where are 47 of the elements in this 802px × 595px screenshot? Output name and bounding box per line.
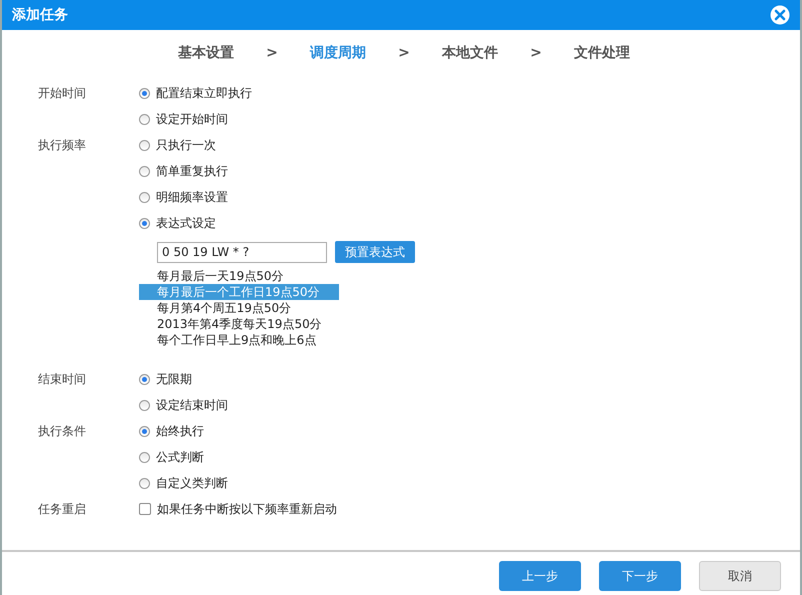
radio-button[interactable]	[139, 88, 150, 98]
field-label: 执行频率	[37, 137, 87, 154]
step-label: 基本设置	[177, 44, 235, 62]
footer-button[interactable]: 取消	[699, 561, 781, 591]
radio-button[interactable]	[139, 426, 150, 436]
option-label: 只执行一次	[156, 136, 216, 154]
radio-button[interactable]	[139, 114, 150, 124]
field-label: 任务重启	[37, 501, 87, 518]
preset-item[interactable]: 每个工作日早上9点和晚上6点	[139, 332, 339, 348]
preset-expression-button[interactable]: 预置表达式	[335, 241, 415, 263]
option-label: 自定义类判断	[156, 474, 228, 492]
radio-button[interactable]	[139, 400, 150, 410]
expression-field[interactable]: 0 50 19 LW * ?	[157, 242, 327, 262]
option-label: 设定结束时间	[156, 396, 228, 414]
preset-item[interactable]: 每月第4个周五19点50分	[139, 300, 339, 316]
footer-button[interactable]: 下一步	[599, 561, 681, 591]
step-separator: >	[397, 45, 411, 61]
footer-button[interactable]: 上一步	[499, 561, 581, 591]
option-label: 表达式设定	[156, 214, 216, 232]
preset-item[interactable]: 每月最后一天19点50分	[139, 268, 339, 284]
field-label: 开始时间	[37, 85, 87, 102]
checkbox[interactable]	[139, 503, 151, 515]
step-separator: >	[265, 45, 279, 61]
option-label: 如果任务中断按以下频率重新启动	[157, 500, 337, 518]
radio-button[interactable]	[139, 140, 150, 150]
radio-button[interactable]	[139, 478, 150, 488]
option-label: 无限期	[156, 370, 192, 388]
window-title: 添加任务	[12, 6, 68, 24]
step-label: 调度周期	[308, 44, 367, 62]
step-label: 文件处理	[573, 44, 631, 62]
radio-button[interactable]	[139, 452, 150, 462]
close-icon[interactable]	[770, 5, 790, 25]
option-label: 公式判断	[156, 448, 204, 466]
radio-button[interactable]	[139, 192, 150, 202]
step-label: 本地文件	[440, 44, 499, 62]
option-label: 配置结束立即执行	[156, 84, 252, 102]
field-label: 执行条件	[37, 423, 87, 440]
radio-button[interactable]	[139, 218, 150, 228]
option-label: 简单重复执行	[156, 162, 228, 180]
field-label: 结束时间	[37, 371, 87, 388]
option-label: 始终执行	[156, 422, 204, 440]
preset-item[interactable]: 2013年第4季度每天19点50分	[139, 316, 339, 332]
step-separator: >	[529, 45, 543, 61]
radio-button[interactable]	[139, 374, 150, 384]
radio-button[interactable]	[139, 166, 150, 176]
option-label: 设定开始时间	[156, 110, 228, 128]
option-label: 明细频率设置	[156, 188, 228, 206]
